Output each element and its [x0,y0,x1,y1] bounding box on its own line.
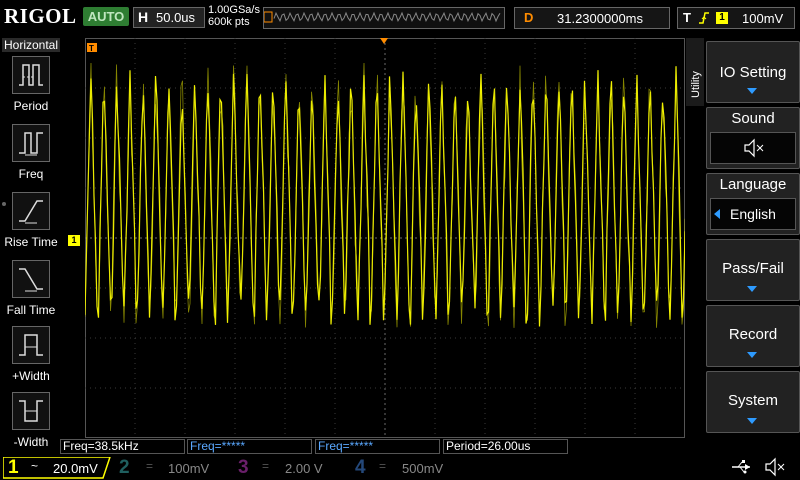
measurement-freq-3[interactable]: Freq=***** [315,439,440,454]
freq-label: Freq [18,167,44,181]
channel-4-number: 4 [355,457,366,478]
trigger-marker-text: T [89,44,94,53]
measure-negative-width-item[interactable]: -Width [0,392,62,456]
channel-4-box[interactable]: 4 = 500mV [352,457,462,478]
pass-fail-button[interactable]: Pass/Fail [706,239,800,301]
channel-4-scale: 500mV [402,461,444,476]
timebase-value: 50.0us [156,10,196,25]
io-setting-button[interactable]: IO Setting [706,41,800,103]
memory-waveform-icon [263,11,501,23]
menu-title: Horizontal [2,38,60,52]
channel-2-scale: 100mV [168,461,210,476]
timebase-label: H [138,9,149,25]
fall-time-icon [12,260,50,298]
usb-icon [732,460,750,474]
negative-width-icon [12,392,50,430]
measurement-freq-2[interactable]: Freq=***** [187,439,312,454]
rise-time-label: Rise Time [4,235,58,249]
run-status-badge[interactable]: AUTO [83,7,129,26]
speaker-muted-icon [765,457,785,477]
measurement-text: Freq=***** [318,439,374,453]
io-setting-label: IO Setting [719,64,787,81]
measure-positive-width-item[interactable]: +Width [0,326,62,390]
period-icon [12,56,50,94]
channel-2-box[interactable]: 2 = 100mV [116,457,226,478]
ch1-offset-marker[interactable]: 1 [68,235,80,246]
freq-icon [12,124,50,162]
sound-value [710,132,796,164]
dc-coupling-icon: = [379,459,387,473]
top-status-bar: RIGOL AUTO H 50.0us 1.00GSa/s 600k pts D… [0,0,800,38]
measure-period-item[interactable]: Period [0,56,62,120]
measure-rise-time-item[interactable]: Rise Time [0,192,62,256]
submenu-arrow-icon [747,352,757,358]
measurement-text: Freq=38.5kHz [63,439,139,453]
submenu-arrow-icon [747,418,757,424]
channel-status-bar: 1 ~ 20.0mV 2 = 100mV 3 = 2.00 V 4 = 500m… [0,455,800,480]
fall-time-label: Fall Time [6,303,56,317]
positive-width-icon [12,326,50,364]
rising-edge-icon [699,12,709,24]
submenu-arrow-icon [747,286,757,292]
period-label: Period [13,99,49,113]
trigger-settings-box[interactable]: T 1 100mV [677,7,795,29]
speaker-muted-icon [744,138,764,158]
trigger-label: T [683,10,691,25]
trigger-position-box[interactable]: D 31.2300000ms [514,7,670,29]
channel-2-number: 2 [119,457,130,478]
submenu-arrow-icon [747,88,757,94]
measurement-period[interactable]: Period=26.00us [443,439,568,454]
measure-freq-item[interactable]: Freq [0,124,62,188]
memory-depth: 600k pts [208,16,250,28]
utility-tab-label: Utility [690,71,702,98]
timebase-box[interactable]: H 50.0us [133,7,205,28]
positive-width-label: +Width [12,369,50,383]
record-label: Record [728,326,778,343]
measurement-text: Period=26.00us [446,439,531,453]
channel-1-number: 1 [8,457,19,478]
channel-3-box[interactable]: 3 = 2.00 V [235,457,345,478]
horizontal-measure-menu: Horizontal Period Freq Rise Time Fall Ti… [0,38,62,454]
measurement-freq-ch1[interactable]: Freq=38.5kHz [60,439,185,454]
ac-coupling-icon: ~ [31,459,39,473]
trigger-source-badge: 1 [716,12,728,24]
channel-3-scale: 2.00 V [285,461,323,476]
trigger-level-value: 100mV [742,11,784,26]
channel-1-box[interactable]: 1 ~ 20.0mV [3,457,111,479]
utility-menu: Utility IO Setting Sound Language Englis… [686,38,800,454]
channel-1-scale: 20.0mV [53,461,98,476]
waveform-display[interactable]: T [85,38,685,438]
system-label: System [727,392,778,409]
language-button[interactable]: Language English [706,173,800,235]
trigger-position-value: 31.2300000ms [557,11,644,26]
measurement-text: Freq=***** [190,439,246,453]
record-button[interactable]: Record [706,305,800,367]
negative-width-label: -Width [13,435,49,449]
trigger-position-label: D [524,10,534,25]
sound-label: Sound [731,110,775,127]
dc-coupling-icon: = [146,459,154,473]
language-value-box: English [710,198,796,230]
rise-time-icon [12,192,50,230]
sound-button[interactable]: Sound [706,107,800,169]
memory-overview-strip [263,7,505,29]
sample-rate: 1.00GSa/s [208,4,260,16]
dc-coupling-icon: = [262,459,270,473]
language-value: English [730,206,776,222]
language-label: Language [719,176,787,193]
measure-fall-time-item[interactable]: Fall Time [0,260,62,324]
utility-tab[interactable]: Utility [686,38,704,106]
channel-3-number: 3 [238,457,249,478]
rigol-logo: RIGOL [4,4,77,28]
system-button[interactable]: System [706,371,800,433]
pass-fail-label: Pass/Fail [722,260,784,277]
